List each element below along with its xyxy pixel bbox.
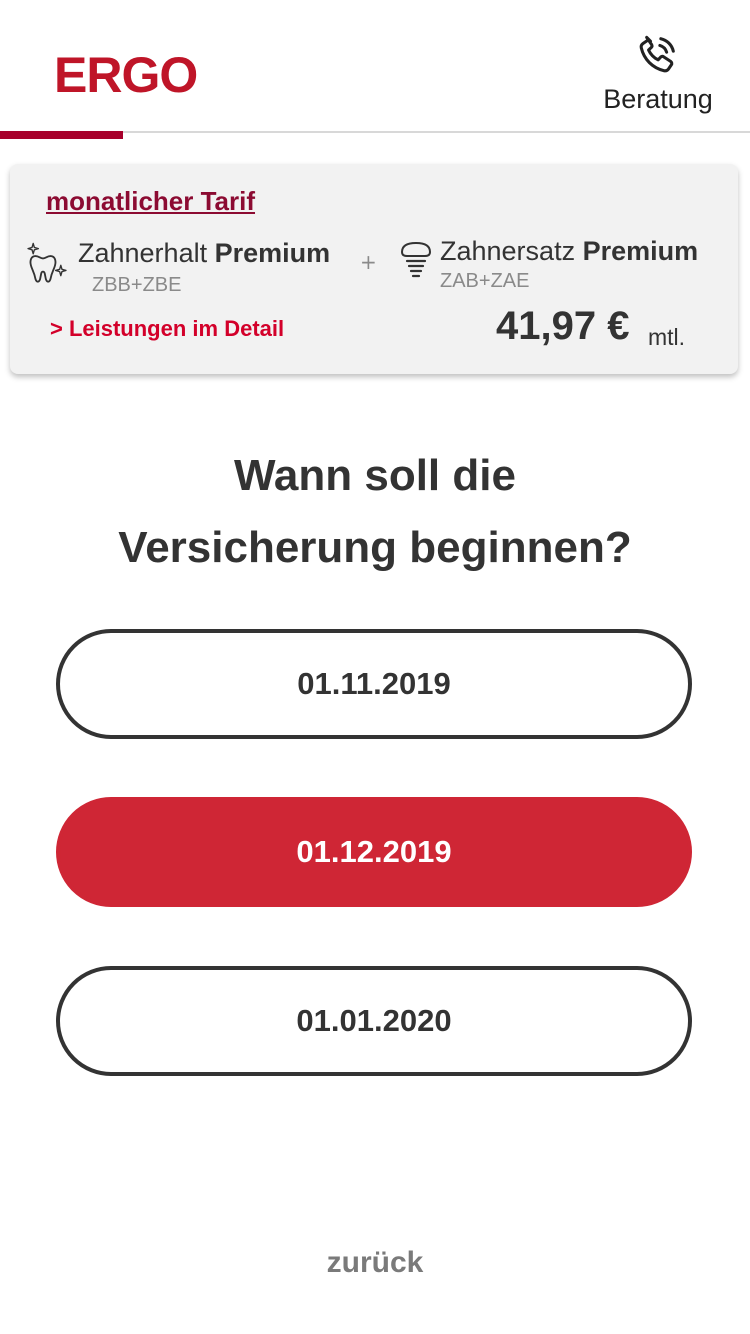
question-line-1: Wann soll die [234,451,516,500]
date-option-3[interactable]: 01.01.2020 [56,966,692,1076]
ergo-logo[interactable]: ERGO [54,46,198,104]
dental-implant-icon [401,242,431,278]
details-link[interactable]: > Leistungen im Detail [50,316,284,342]
product1-code: ZBB+ZBE [92,274,182,296]
progress-indicator [0,131,123,139]
product1-title: Zahnerhalt [78,238,208,268]
product1-name: Zahnerhalt Premium [78,238,330,269]
date-option-2-selected[interactable]: 01.12.2019 [56,797,692,907]
product2-level: Premium [582,236,699,266]
question-line-2: Versicherung beginnen? [118,523,632,572]
date-option-1[interactable]: 01.11.2019 [56,629,692,739]
question-heading: Wann soll die Versicherung beginnen? [60,440,690,584]
phone-icon [639,35,675,73]
product1-level: Premium [214,238,331,268]
product2-code: ZAB+ZAE [440,270,530,292]
app-header: ERGO Beratung [0,0,750,140]
tariff-title-link[interactable]: monatlicher Tarif [46,186,255,217]
consultation-button[interactable]: Beratung [590,30,726,122]
product2-name: Zahnersatz Premium [440,236,698,267]
monthly-price: 41,97 € [496,304,630,348]
back-button[interactable]: zurück [0,1246,750,1280]
price-unit: mtl. [648,324,686,350]
tariff-summary-card: monatlicher Tarif Zahnerhalt Premium ZBB… [10,164,738,374]
plus-sign: + [360,250,377,274]
consultation-label: Beratung [603,84,713,114]
tooth-sparkle-icon [27,242,67,283]
product2-title: Zahnersatz [440,236,576,266]
